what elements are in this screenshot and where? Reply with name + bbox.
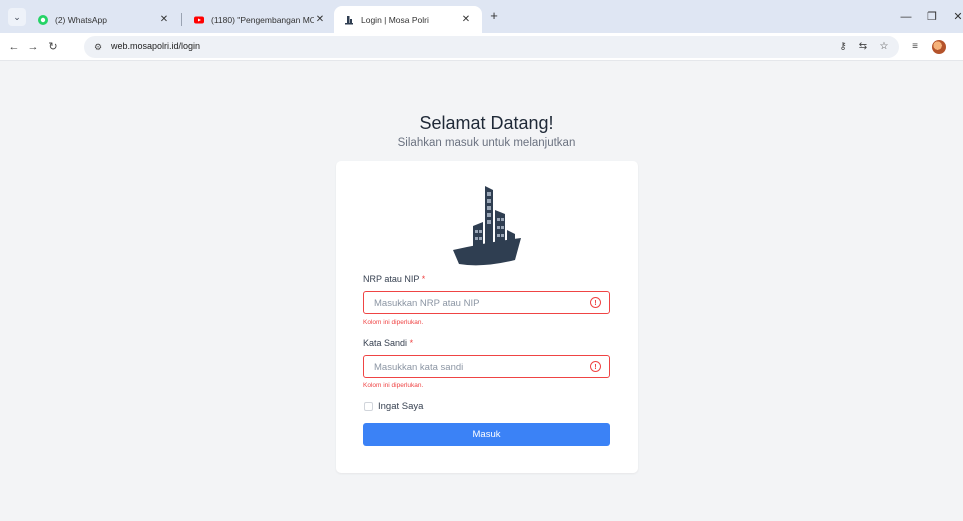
close-tab-icon[interactable]: ✕ xyxy=(460,14,472,25)
nrp-nip-label-text: NRP atau NIP xyxy=(363,274,420,284)
translate-icon[interactable]: ⇆ xyxy=(855,39,871,55)
profile-avatar[interactable] xyxy=(932,40,946,54)
close-tab-icon[interactable]: ✕ xyxy=(158,14,170,25)
site-settings-icon[interactable]: ⚙ xyxy=(92,41,104,53)
error-alert-icon: ! xyxy=(590,361,601,372)
bookmark-star-icon[interactable]: ☆ xyxy=(876,39,892,55)
tab-login-mosa-polri[interactable]: Login | Mosa Polri ✕ xyxy=(334,6,482,33)
whatsapp-icon xyxy=(38,14,48,25)
close-tab-icon[interactable]: ✕ xyxy=(314,14,326,25)
forward-arrow-icon[interactable]: → xyxy=(25,39,41,55)
nrp-nip-field[interactable]: ! xyxy=(363,291,610,314)
tab-whatsapp[interactable]: (2) WhatsApp ✕ xyxy=(28,6,180,33)
remember-me-checkbox[interactable] xyxy=(364,402,373,411)
tab-divider xyxy=(181,13,182,26)
close-window-icon[interactable]: ✕ xyxy=(950,9,963,25)
youtube-icon xyxy=(194,16,204,23)
reading-list-icon[interactable]: ≡ xyxy=(907,39,923,55)
tab-title: Login | Mosa Polri xyxy=(361,14,429,25)
tab-youtube[interactable]: (1180) "Pengembangan MOSA ✕ xyxy=(184,6,336,33)
error-alert-icon: ! xyxy=(590,297,601,308)
building-logo-icon xyxy=(453,186,521,266)
required-asterisk: * xyxy=(409,338,414,348)
nrp-nip-error-message: Kolom ini diperlukan. xyxy=(363,319,424,326)
restore-icon[interactable]: ❐ xyxy=(924,9,940,25)
password-label-text: Kata Sandi xyxy=(363,338,408,348)
password-input[interactable] xyxy=(374,360,574,374)
tab-search-chevron-icon[interactable]: ⌄ xyxy=(8,8,26,26)
browser-tab-strip: ⌄ (2) WhatsApp ✕ (1180) "Pengembangan MO… xyxy=(0,0,963,33)
new-tab-icon[interactable]: + xyxy=(487,9,501,23)
browser-toolbar: ← → ↻ ⚙ web.mosapolri.id/login ⚷ ⇆ ☆ ≡ xyxy=(0,33,963,61)
login-submit-button[interactable]: Masuk xyxy=(363,423,610,446)
password-key-icon[interactable]: ⚷ xyxy=(835,39,851,55)
password-field[interactable]: ! xyxy=(363,355,610,378)
minimize-icon[interactable]: — xyxy=(898,9,914,25)
page-title: Selamat Datang! xyxy=(419,113,554,133)
page-subtitle: Silahkan masuk untuk melanjutkan xyxy=(397,137,576,149)
remember-me-label[interactable]: Ingat Saya xyxy=(378,401,423,412)
required-asterisk: * xyxy=(421,274,426,284)
password-error-message: Kolom ini diperlukan. xyxy=(363,382,424,389)
building-favicon xyxy=(345,15,353,24)
tab-title: (2) WhatsApp xyxy=(55,14,107,25)
password-label: Kata Sandi * xyxy=(363,338,413,348)
reload-icon[interactable]: ↻ xyxy=(45,39,61,55)
address-bar[interactable]: ⚙ web.mosapolri.id/login xyxy=(84,36,899,58)
tab-title: (1180) "Pengembangan MOSA xyxy=(211,14,314,25)
nrp-nip-input[interactable] xyxy=(374,296,574,310)
nrp-nip-label: NRP atau NIP * xyxy=(363,274,425,284)
url-text: web.mosapolri.id/login xyxy=(111,41,201,51)
back-arrow-icon[interactable]: ← xyxy=(6,39,22,55)
